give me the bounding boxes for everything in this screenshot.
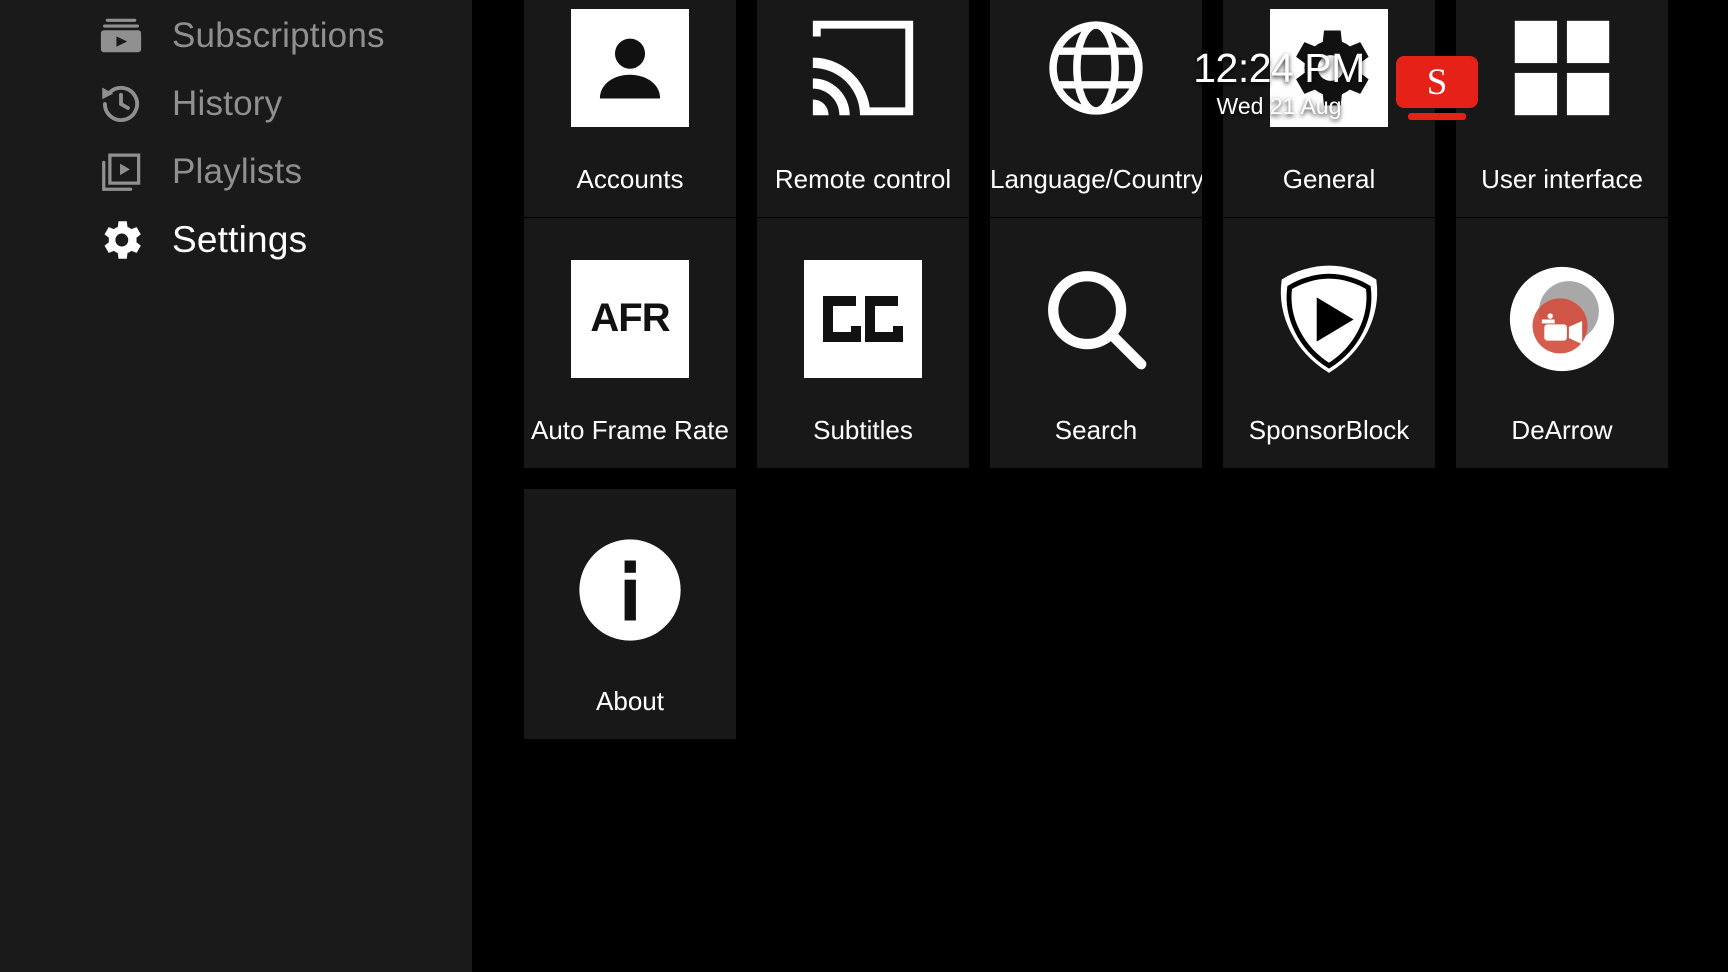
tile-label: DeArrow bbox=[1511, 415, 1613, 445]
tile-label: Accounts bbox=[576, 164, 684, 194]
settings-tile-about[interactable]: About bbox=[524, 489, 736, 739]
settings-tile-remote-control[interactable]: Remote control bbox=[757, 0, 969, 217]
info-icon bbox=[524, 489, 736, 686]
tile-label: Search bbox=[1054, 415, 1138, 445]
globe-icon bbox=[990, 0, 1202, 164]
settings-tile-sponsorblock[interactable]: SponsorBlock bbox=[1223, 218, 1435, 468]
tile-label: General bbox=[1282, 164, 1376, 194]
tile-label: Subtitles bbox=[813, 415, 913, 445]
tile-label: Remote control bbox=[774, 164, 952, 194]
tile-label: SponsorBlock bbox=[1248, 415, 1410, 445]
logo-badge-stand bbox=[1408, 113, 1466, 120]
tile-label: About bbox=[596, 686, 664, 716]
smarttube-logo-badge: S bbox=[1396, 56, 1478, 120]
clock-overlay: 12:24 PM Wed 21 Aug bbox=[1190, 46, 1368, 120]
person-icon bbox=[524, 0, 736, 164]
clock-date: Wed 21 Aug bbox=[1216, 93, 1342, 119]
logo-badge-letter: S bbox=[1426, 61, 1448, 103]
tile-label: Auto Frame Rate bbox=[531, 415, 729, 445]
settings-tile-language-country[interactable]: Language/Country bbox=[990, 0, 1202, 217]
settings-tile-auto-frame-rate[interactable]: AFR Auto Frame Rate bbox=[524, 218, 736, 468]
cc-icon bbox=[757, 218, 969, 415]
afr-text: AFR bbox=[590, 296, 670, 340]
settings-tile-user-interface[interactable]: User interface bbox=[1456, 0, 1668, 217]
tile-label: User interface bbox=[1481, 164, 1643, 194]
settings-tile-grid: Accounts Remote control Language/Country bbox=[0, 0, 1728, 972]
settings-tile-search[interactable]: Search bbox=[990, 218, 1202, 468]
settings-screen: Subscriptions History Playlists Settings… bbox=[0, 0, 1728, 972]
afr-icon: AFR bbox=[524, 218, 736, 415]
clock-time: 12:24 PM bbox=[1193, 45, 1365, 91]
logo-badge-box: S bbox=[1396, 56, 1478, 108]
cast-icon bbox=[757, 0, 969, 164]
shield-play-icon bbox=[1223, 218, 1435, 415]
grid-icon bbox=[1456, 0, 1668, 164]
search-icon bbox=[990, 218, 1202, 415]
dearrow-icon bbox=[1456, 218, 1668, 415]
settings-tile-dearrow[interactable]: DeArrow bbox=[1456, 218, 1668, 468]
settings-tile-subtitles[interactable]: Subtitles bbox=[757, 218, 969, 468]
tile-label: Language/Country bbox=[990, 164, 1202, 194]
settings-tile-accounts[interactable]: Accounts bbox=[524, 0, 736, 217]
